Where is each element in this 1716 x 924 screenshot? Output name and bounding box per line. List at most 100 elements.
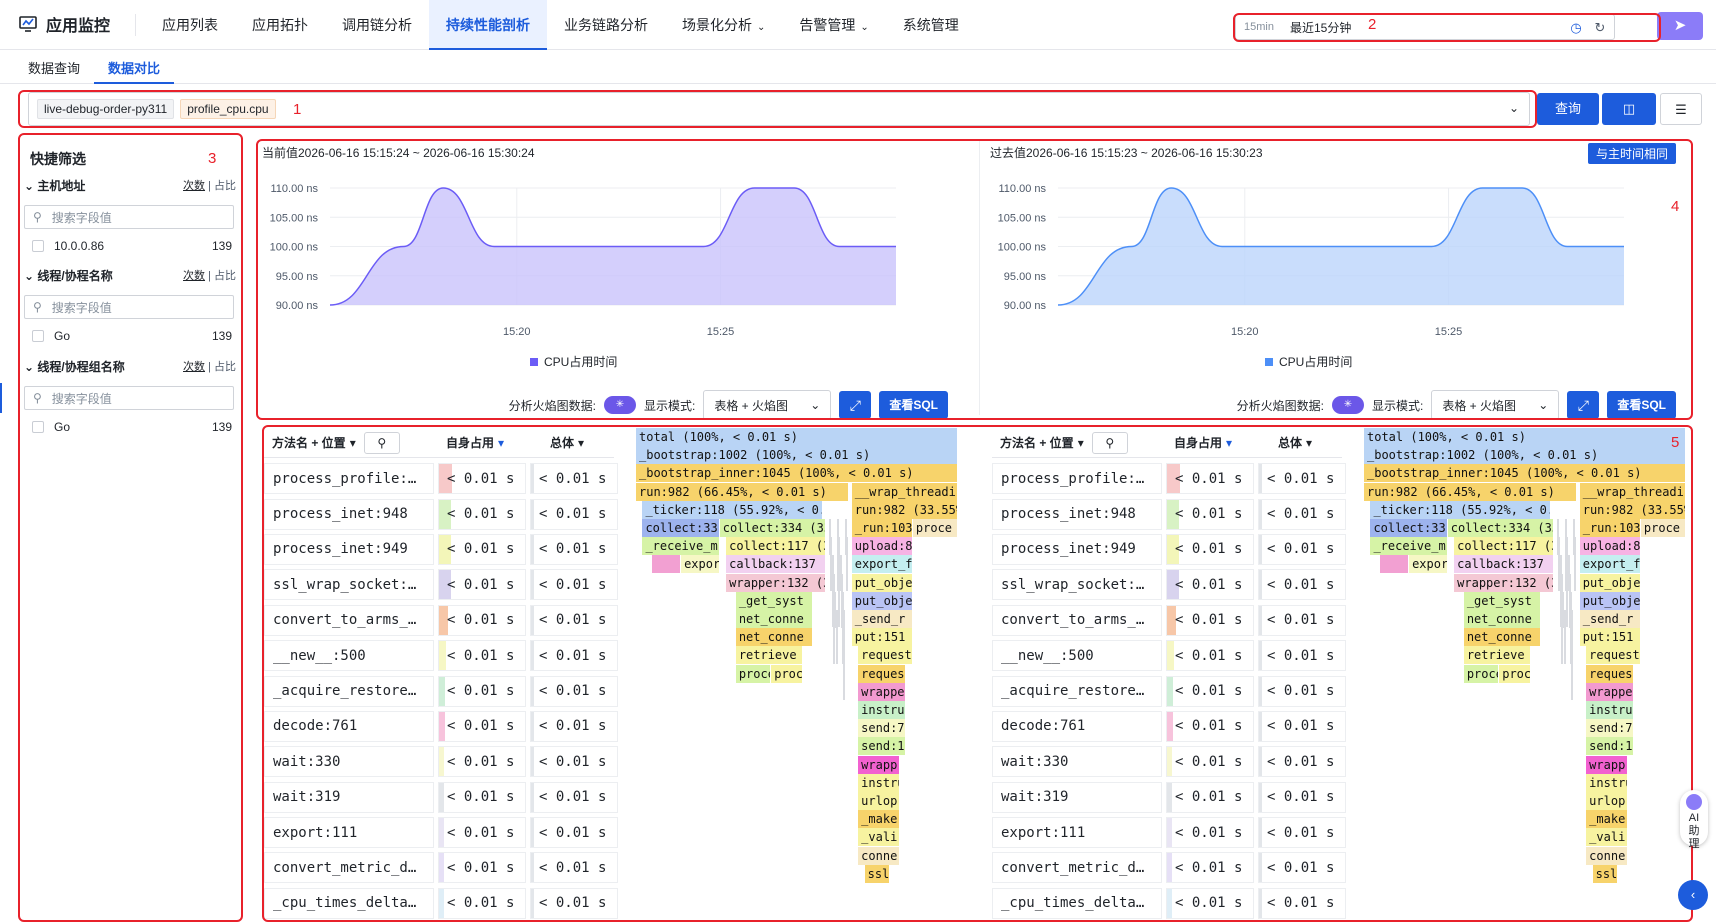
flame-frame[interactable]: put_obje <box>1579 573 1641 592</box>
filter-tag-app[interactable]: live-debug-order-py311 <box>37 99 175 119</box>
table-row[interactable]: _acquire_restore… < 0.01 s < 0.01 s <box>264 673 624 708</box>
table-row[interactable]: __new__:500 < 0.01 s < 0.01 s <box>992 638 1352 673</box>
flame-frame[interactable]: net_conne <box>735 610 814 628</box>
table-row[interactable]: convert_to_arms_… < 0.01 s < 0.01 s <box>992 603 1352 638</box>
same-time-button[interactable]: 与主时间相同 <box>1587 143 1676 164</box>
table-row[interactable]: ssl_wrap_socket:… < 0.01 s < 0.01 s <box>264 567 624 602</box>
expand-button[interactable]: ⤢ <box>839 391 872 419</box>
run-button[interactable]: ➤ <box>1657 12 1703 40</box>
flame-frame[interactable] <box>652 555 682 574</box>
table-row[interactable]: process_inet:948 < 0.01 s < 0.01 s <box>264 496 624 531</box>
table-row[interactable]: convert_to_arms_… < 0.01 s < 0.01 s <box>264 603 624 638</box>
table-row[interactable]: _cpu_times_delta… < 0.01 s < 0.01 s <box>992 886 1352 921</box>
flame-frame[interactable]: put:151 <box>1579 628 1641 647</box>
flame-frame[interactable]: ssl <box>1592 864 1619 883</box>
filter-option[interactable]: 10.0.0.86 139 <box>24 239 236 253</box>
flame-frame[interactable]: callback:137 ( <box>1454 555 1554 574</box>
flame-frame[interactable]: instru <box>858 701 907 719</box>
flame-frame[interactable]: _vali <box>1586 828 1629 847</box>
flame-frame[interactable]: collect:334 (33 <box>719 519 826 537</box>
table-row[interactable]: _cpu_times_delta… < 0.01 s < 0.01 s <box>264 886 624 921</box>
search-button[interactable]: ⚲ <box>1091 431 1128 454</box>
flame-frame[interactable]: _run:103 <box>851 519 913 537</box>
filter-tag-profile[interactable]: profile_cpu.cpu <box>180 99 276 119</box>
flame-frame[interactable]: send:1 <box>858 737 907 756</box>
flame-frame[interactable]: _run:103 <box>1579 519 1641 537</box>
flame-frame[interactable]: _ticker:118 (55.92%, < 0.0 <box>1370 500 1551 519</box>
flame-frame[interactable]: instru <box>1586 701 1635 719</box>
flame-frame[interactable]: upload:8 <box>851 537 913 556</box>
flame-frame[interactable]: total (100%, < 0.01 s) <box>1364 428 1686 446</box>
flame-frame[interactable]: request <box>858 646 913 665</box>
ratio-toggle[interactable]: 占比 <box>214 361 236 373</box>
expand-button[interactable]: ⤢ <box>1567 391 1600 419</box>
flame-frame[interactable]: ssl <box>864 864 891 883</box>
flame-frame[interactable]: put_obje <box>851 591 913 610</box>
display-mode-select[interactable]: 表格 + 火焰图 ⌄ <box>703 390 832 420</box>
flame-frame[interactable]: instru <box>1586 773 1629 792</box>
flame-frame[interactable]: upload:8 <box>1579 537 1641 556</box>
nav-tab[interactable]: 持续性能剖析 <box>429 0 547 50</box>
flame-frame[interactable]: retrieve <box>1463 646 1532 665</box>
table-row[interactable]: _acquire_restore… < 0.01 s < 0.01 s <box>992 673 1352 708</box>
filter-input[interactable]: live-debug-order-py311 profile_cpu.cpu ⌄ <box>28 92 1530 126</box>
self-column-header[interactable]: 自身占用 ▾ <box>1162 428 1252 458</box>
total-column-header[interactable]: 总体 ▾ <box>1252 428 1342 458</box>
flame-frame[interactable]: put:151 <box>851 628 913 647</box>
table-row[interactable]: process_profile:… < 0.01 s < 0.01 s <box>992 461 1352 496</box>
time-range-picker[interactable]: 15min 最近15分钟 ◷ ↻ <box>1235 14 1615 40</box>
self-column-header[interactable]: 自身占用 ▾ <box>434 428 524 458</box>
flame-frame[interactable]: _ticker:118 (55.92%, < 0.0 <box>642 500 823 519</box>
flame-frame[interactable]: _send_r <box>1579 610 1641 628</box>
flame-toggle[interactable]: ✳ <box>603 396 636 414</box>
flame-frame[interactable]: net_conne <box>1463 610 1542 628</box>
tab-data-compare[interactable]: 数据对比 <box>94 58 175 84</box>
ratio-toggle[interactable]: 占比 <box>214 270 236 282</box>
flame-frame[interactable]: total (100%, < 0.01 s) <box>636 428 958 446</box>
nav-tab[interactable]: 告警管理 ⌄ <box>782 0 885 50</box>
flame-toggle[interactable]: ✳ <box>1331 396 1364 414</box>
table-row[interactable]: decode:761 < 0.01 s < 0.01 s <box>264 709 624 744</box>
checkbox[interactable] <box>32 421 44 433</box>
flame-frame[interactable]: collect:117 (3 <box>726 537 826 556</box>
flame-frame[interactable]: wrappe <box>1586 682 1635 701</box>
table-row[interactable]: wait:319 < 0.01 s < 0.01 s <box>992 780 1352 815</box>
flame-frame[interactable]: _vali <box>858 828 901 847</box>
flame-frame[interactable]: send:7 <box>1586 719 1635 738</box>
split-view-button[interactable]: ◫ <box>1602 93 1656 125</box>
table-row[interactable]: decode:761 < 0.01 s < 0.01 s <box>992 709 1352 744</box>
flame-frame[interactable]: collect:33 <box>642 519 720 537</box>
table-row[interactable]: export:111 < 0.01 s < 0.01 s <box>992 815 1352 850</box>
nav-tab[interactable]: 应用拓扑 <box>235 0 325 50</box>
flame-frame[interactable]: _receive_m <box>642 537 720 556</box>
list-view-button[interactable]: ☰ <box>1660 93 1702 125</box>
flame-frame[interactable]: proc <box>771 664 804 683</box>
flame-frame[interactable]: _get_syst <box>735 591 814 610</box>
search-input[interactable]: ⚲ 搜索字段值 <box>24 295 234 319</box>
nav-tab[interactable]: 场景化分析 ⌄ <box>665 0 782 50</box>
flame-frame[interactable]: expor <box>1409 555 1448 574</box>
flame-frame[interactable]: __wrap_threading <box>1579 482 1686 501</box>
flame-frame[interactable]: proce <box>912 519 958 537</box>
count-toggle[interactable]: 次数 <box>183 180 205 192</box>
filter-section-header[interactable]: ⌄ 主机地址 次数 | 占比 <box>24 175 236 195</box>
table-row[interactable]: wait:330 < 0.01 s < 0.01 s <box>992 744 1352 779</box>
table-row[interactable]: process_profile:… < 0.01 s < 0.01 s <box>264 461 624 496</box>
flame-frame[interactable]: _bootstrap:1002 (100%, < 0.01 s) <box>1364 446 1686 465</box>
filter-option[interactable]: Go 139 <box>24 420 236 434</box>
method-column-header[interactable]: 方法名 + 位置 ▾ ⚲ <box>264 428 434 458</box>
checkbox[interactable] <box>32 330 44 342</box>
flame-frame[interactable]: wrapper:132 (3 <box>1454 573 1554 592</box>
flame-frame[interactable]: export_f <box>1579 555 1641 574</box>
flame-frame[interactable]: retrieve <box>735 646 804 665</box>
nav-tab[interactable]: 系统管理 <box>886 0 976 50</box>
filter-option[interactable]: Go 139 <box>24 329 236 343</box>
flame-frame[interactable]: _send_r <box>851 610 913 628</box>
table-row[interactable]: wait:319 < 0.01 s < 0.01 s <box>264 780 624 815</box>
flame-frame[interactable]: reques <box>1586 664 1635 683</box>
flame-frame[interactable]: reques <box>858 664 907 683</box>
flame-frame[interactable]: net_conne <box>735 628 814 647</box>
nav-tab[interactable]: 应用列表 <box>145 0 235 50</box>
flame-frame[interactable]: _bootstrap:1002 (100%, < 0.01 s) <box>636 446 958 465</box>
table-row[interactable]: export:111 < 0.01 s < 0.01 s <box>264 815 624 850</box>
